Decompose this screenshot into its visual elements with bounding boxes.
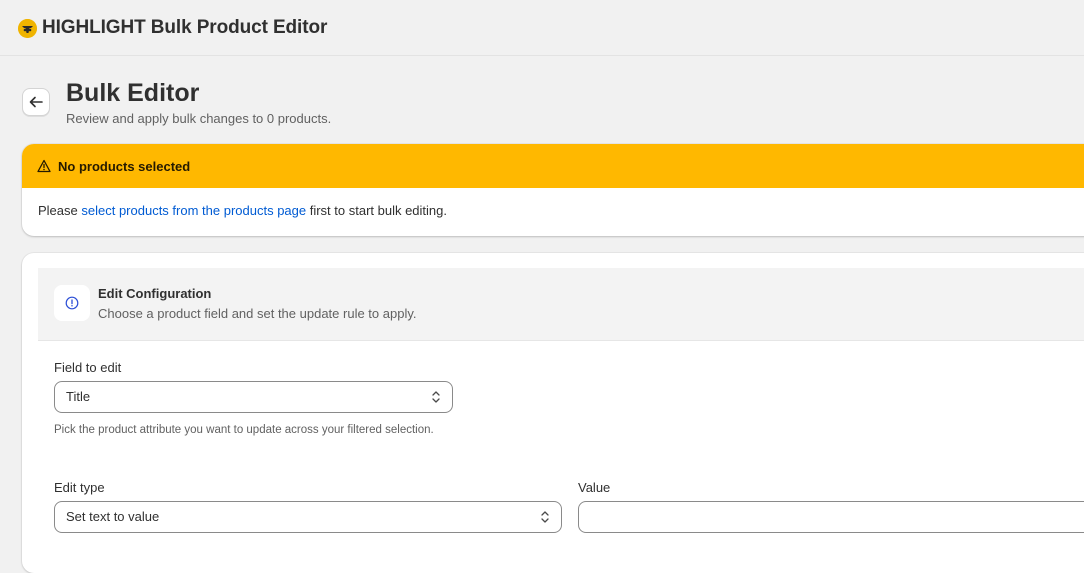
highlight-logo-icon (18, 19, 37, 38)
edit-type-value: Set text to value (66, 509, 160, 524)
value-input[interactable] (578, 501, 1084, 533)
edit-configuration-card: Edit Configuration Choose a product fiel… (22, 253, 1084, 573)
banner-message: Please select products from the products… (38, 203, 447, 218)
edit-type-select[interactable]: Set text to value (54, 501, 562, 533)
back-button[interactable] (22, 88, 50, 116)
banner-message-suffix: first to start bulk editing. (306, 203, 448, 218)
select-chevron-icon (541, 511, 549, 523)
banner-message-prefix: Please (38, 203, 82, 218)
banner-title: No products selected (58, 159, 191, 174)
warning-triangle-icon (37, 159, 51, 173)
field-to-edit-label: Field to edit (54, 360, 122, 375)
warning-banner: No products selected Please select produ… (22, 144, 1084, 236)
page-title: Bulk Editor (66, 79, 200, 107)
select-products-link[interactable]: select products from the products page (81, 203, 306, 218)
page-subtitle: Review and apply bulk changes to 0 produ… (66, 111, 332, 126)
app-title: HIGHLIGHT Bulk Product Editor (42, 17, 328, 38)
arrow-left-icon (29, 96, 43, 108)
value-label: Value (578, 480, 611, 495)
config-subtitle: Choose a product field and set the updat… (98, 306, 417, 321)
banner-header: No products selected (22, 144, 1084, 188)
field-to-edit-value: Title (66, 389, 91, 404)
edit-type-label: Edit type (54, 480, 105, 495)
field-to-edit-help: Pick the product attribute you want to u… (54, 424, 434, 436)
config-header: Edit Configuration Choose a product fiel… (38, 268, 1084, 341)
select-chevron-icon (432, 391, 440, 403)
config-title: Edit Configuration (98, 286, 212, 301)
info-icon-box (54, 285, 90, 321)
field-to-edit-select[interactable]: Title (54, 381, 453, 413)
info-icon (65, 296, 79, 310)
top-bar: HIGHLIGHT Bulk Product Editor (0, 0, 1084, 56)
